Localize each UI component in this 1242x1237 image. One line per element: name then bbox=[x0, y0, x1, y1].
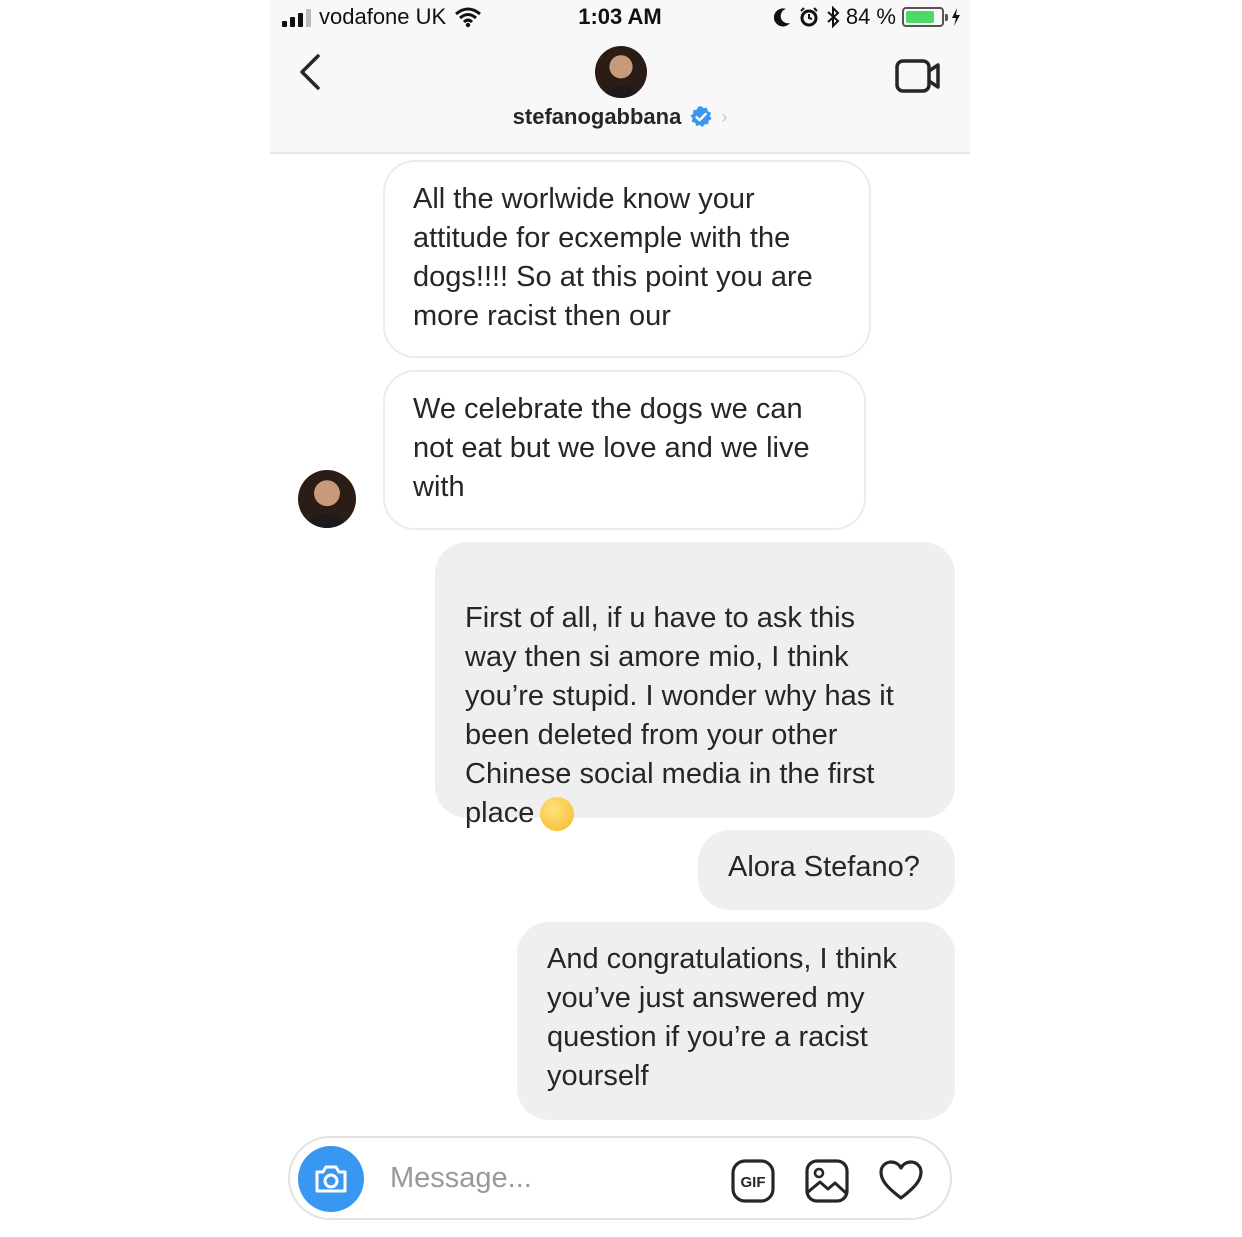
gif-icon: GIF bbox=[731, 1159, 775, 1203]
like-button[interactable] bbox=[878, 1158, 924, 1204]
message-input[interactable] bbox=[390, 1156, 710, 1200]
heart-icon bbox=[879, 1160, 923, 1200]
battery-icon bbox=[902, 7, 948, 27]
battery-percent: 84 % bbox=[845, 4, 896, 29]
video-call-button[interactable] bbox=[894, 58, 942, 94]
username: stefanogabbana bbox=[512, 104, 682, 129]
direct-message-screen: vodafone UK 1:03 AM 84 % stefanogabbana … bbox=[270, 0, 970, 1237]
gif-button[interactable]: GIF bbox=[730, 1158, 776, 1204]
profile-link[interactable]: stefanogabbana › bbox=[270, 104, 970, 130]
chat-header: stefanogabbana › bbox=[270, 36, 970, 154]
status-right: 84 % bbox=[773, 4, 962, 30]
charging-icon bbox=[952, 8, 960, 26]
bluetooth-icon bbox=[827, 6, 840, 28]
status-bar: vodafone UK 1:03 AM 84 % bbox=[270, 0, 970, 36]
message-bubble-incoming[interactable]: We celebrate the dogs we can not eat but… bbox=[383, 370, 866, 530]
moon-icon bbox=[773, 8, 790, 27]
message-text: First of all, if u have to ask this way … bbox=[465, 602, 894, 829]
sender-avatar[interactable] bbox=[298, 470, 356, 528]
chevron-right-icon: › bbox=[721, 106, 728, 127]
message-composer: GIF bbox=[288, 1136, 952, 1220]
battery-fill bbox=[906, 11, 934, 23]
video-camera-icon bbox=[895, 59, 940, 93]
camera-button[interactable] bbox=[298, 1146, 364, 1212]
gallery-button[interactable] bbox=[804, 1158, 850, 1204]
image-icon bbox=[805, 1159, 849, 1203]
message-bubble-outgoing[interactable]: First of all, if u have to ask this way … bbox=[435, 542, 955, 832]
thinking-face-icon bbox=[540, 797, 575, 832]
alarm-icon bbox=[800, 7, 818, 27]
chevron-left-icon bbox=[300, 54, 320, 90]
header-avatar[interactable] bbox=[595, 46, 647, 98]
verified-badge-icon bbox=[690, 106, 712, 127]
message-bubble-outgoing[interactable]: Alora Stefano? bbox=[698, 830, 955, 910]
camera-icon bbox=[315, 1165, 347, 1193]
back-button[interactable] bbox=[292, 52, 332, 96]
message-bubble-outgoing[interactable]: And congratulations, I think you’ve just… bbox=[517, 922, 955, 1120]
gif-label: GIF bbox=[741, 1174, 766, 1191]
message-bubble-incoming[interactable]: All the worlwide know your attitude for … bbox=[383, 160, 871, 358]
